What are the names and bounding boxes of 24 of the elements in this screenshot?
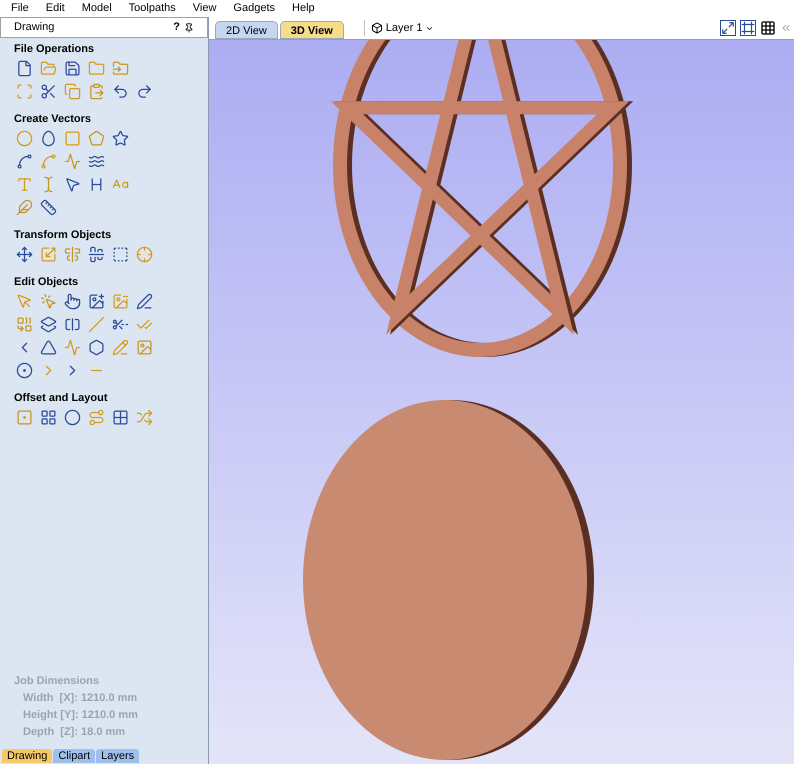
panel-title: Drawing <box>14 20 56 36</box>
panel-tab[interactable]: Layers <box>96 749 140 763</box>
section-heading: Create Vectors <box>14 112 92 127</box>
menu-item[interactable]: Toolpaths <box>128 0 176 17</box>
menu-item[interactable]: Model <box>82 0 112 17</box>
menu-item[interactable]: Gadgets <box>233 0 276 17</box>
help-button[interactable]: ? <box>173 19 180 36</box>
section-heading: Edit Objects <box>14 275 80 290</box>
dimension-row-text: Width [X]: 1210.0 mm <box>22 691 138 706</box>
menu-item[interactable]: File <box>11 0 29 17</box>
panel-tab[interactable]: Clipart <box>53 749 96 763</box>
view-tab[interactable]: 2D View <box>215 21 278 39</box>
dimension-row-text: Height [Y]: 1210.0 mm <box>22 708 139 723</box>
dimension-row-text: Depth [Z]: 18.0 mm <box>22 725 126 740</box>
section-heading: Transform Objects <box>14 228 112 243</box>
menu-item[interactable]: Help <box>292 0 315 17</box>
panel-tab[interactable]: Drawing <box>2 749 52 763</box>
menu-item[interactable]: Edit <box>46 0 65 17</box>
layer-dropdown[interactable]: Layer 1 <box>366 20 438 36</box>
job-dimensions-heading: Job Dimensions <box>14 674 100 689</box>
menu-item[interactable]: View <box>192 0 216 17</box>
section-heading: File Operations <box>14 42 96 57</box>
section-heading: Offset and Layout <box>14 391 109 406</box>
view-tab[interactable]: 3D View <box>280 21 344 39</box>
